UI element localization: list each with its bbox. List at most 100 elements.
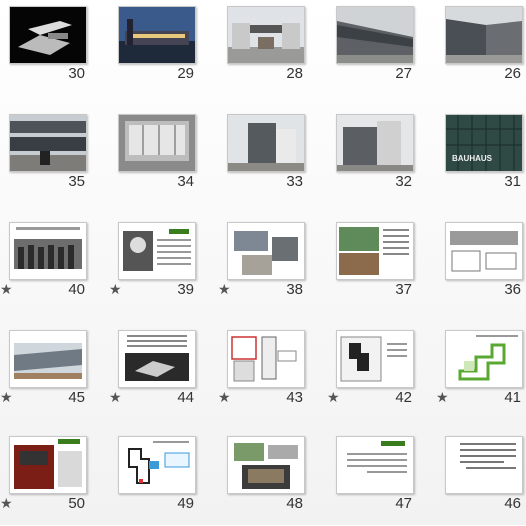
star-icon: ★ bbox=[0, 281, 13, 297]
slide-number: 33 bbox=[286, 173, 303, 190]
slide-preview bbox=[445, 222, 523, 280]
site-plan-image bbox=[337, 331, 413, 387]
slide-preview bbox=[336, 330, 414, 388]
slide-thumbnail-26[interactable]: 26 bbox=[445, 6, 526, 96]
slide-preview bbox=[227, 114, 305, 172]
slide-preview bbox=[445, 6, 523, 64]
slide-thumbnail-44[interactable]: ★ 44 bbox=[109, 330, 218, 420]
slide-thumbnail-50[interactable]: ★ 50 bbox=[0, 436, 109, 526]
slide-thumbnail-35[interactable]: 35 bbox=[9, 114, 109, 204]
building-street-image bbox=[10, 331, 86, 387]
slide-preview bbox=[118, 436, 196, 494]
slide-number: 45 bbox=[68, 389, 85, 406]
slide-preview bbox=[227, 6, 305, 64]
plan-green-diagram-image bbox=[446, 331, 522, 387]
star-icon: ★ bbox=[327, 389, 340, 405]
slide-thumbnail-34[interactable]: 34 bbox=[118, 114, 218, 204]
slide-number: 34 bbox=[177, 173, 194, 190]
building-facade-image bbox=[337, 7, 413, 63]
building-collage-image bbox=[228, 223, 304, 279]
slide-preview bbox=[118, 6, 196, 64]
slide-thumbnail-42[interactable]: ★ 42 bbox=[327, 330, 436, 420]
slide-thumbnail-48[interactable]: 48 bbox=[227, 436, 327, 526]
slide-number: 29 bbox=[177, 65, 194, 82]
slide-preview bbox=[336, 222, 414, 280]
slide-number: 50 bbox=[68, 495, 85, 512]
slide-thumbnail-32[interactable]: 32 bbox=[336, 114, 436, 204]
star-icon: ★ bbox=[109, 281, 122, 297]
slide-number: 35 bbox=[68, 173, 85, 190]
star-icon: ★ bbox=[109, 389, 122, 405]
slide-number: 42 bbox=[395, 389, 412, 406]
slide-thumbnail-30[interactable]: 30 bbox=[9, 6, 109, 96]
slide-thumbnail-45[interactable]: ★ 45 bbox=[0, 330, 109, 420]
elevation-plan-image bbox=[446, 223, 522, 279]
slide-number: 40 bbox=[68, 281, 85, 298]
slide-preview bbox=[118, 330, 196, 388]
slide-number: 44 bbox=[177, 389, 194, 406]
star-icon: ★ bbox=[0, 389, 13, 405]
slide-thumbnail-40[interactable]: ★ 40 bbox=[0, 222, 109, 312]
slide-thumbnail-33[interactable]: 33 bbox=[227, 114, 327, 204]
slide-thumbnail-38[interactable]: ★ 38 bbox=[218, 222, 327, 312]
slide-preview bbox=[336, 114, 414, 172]
slide-preview bbox=[227, 436, 305, 494]
building-glass-image bbox=[10, 115, 86, 171]
building-aerial-image bbox=[10, 7, 86, 63]
building-tower-image bbox=[337, 115, 413, 171]
slide-number: 31 bbox=[504, 173, 521, 190]
slide-thumbnail-37[interactable]: 37 bbox=[336, 222, 436, 312]
slide-preview bbox=[336, 436, 414, 494]
axonometric-text-image bbox=[119, 331, 195, 387]
plan-annotated-image bbox=[119, 437, 195, 493]
slide-number: 36 bbox=[504, 281, 521, 298]
slide-number: 37 bbox=[395, 281, 412, 298]
slide-thumbnail-28[interactable]: 28 bbox=[227, 6, 327, 96]
slide-preview: BAUHAUS bbox=[445, 114, 523, 172]
slide-number: 30 bbox=[68, 65, 85, 82]
portrait-text-slide-image bbox=[119, 223, 195, 279]
slide-preview bbox=[227, 222, 305, 280]
slide-thumbnail-27[interactable]: 27 bbox=[336, 6, 436, 96]
slide-thumbnail-41[interactable]: ★ 41 bbox=[436, 330, 526, 420]
bauhaus-caption: BAUHAUS bbox=[452, 154, 493, 163]
slide-thumbnail-36[interactable]: 36 bbox=[445, 222, 526, 312]
slide-number: 26 bbox=[504, 65, 521, 82]
building-interior-bw-image bbox=[119, 115, 195, 171]
photo-pair-image bbox=[228, 437, 304, 493]
slide-thumbnail-29[interactable]: 29 bbox=[118, 6, 218, 96]
slide-preview bbox=[9, 222, 87, 280]
bauhaus-curtain-wall-image: BAUHAUS bbox=[446, 115, 522, 171]
building-balconies-image bbox=[228, 115, 304, 171]
slide-number: 38 bbox=[286, 281, 303, 298]
star-icon: ★ bbox=[0, 495, 13, 511]
slide-thumbnail-31[interactable]: BAUHAUS 31 bbox=[445, 114, 526, 204]
slide-number: 47 bbox=[395, 495, 412, 512]
slide-number: 48 bbox=[286, 495, 303, 512]
slide-thumbnail-43[interactable]: ★ 43 bbox=[218, 330, 327, 420]
building-corner-image bbox=[446, 7, 522, 63]
slide-sorter-grid: 30 29 28 27 26 35 34 33 32 BAUHAUS 31 ★ … bbox=[0, 0, 526, 525]
slide-number: 49 bbox=[177, 495, 194, 512]
slide-preview bbox=[336, 6, 414, 64]
text-slide-image bbox=[337, 437, 413, 493]
slide-number: 43 bbox=[286, 389, 303, 406]
slide-preview bbox=[9, 6, 87, 64]
slide-thumbnail-49[interactable]: 49 bbox=[118, 436, 218, 526]
slide-preview bbox=[9, 114, 87, 172]
slide-preview bbox=[9, 436, 87, 494]
group-photo-image bbox=[10, 223, 86, 279]
slide-thumbnail-47[interactable]: 47 bbox=[336, 436, 436, 526]
slide-number: 28 bbox=[286, 65, 303, 82]
slide-preview bbox=[445, 436, 523, 494]
floor-plan-diagram-image bbox=[228, 331, 304, 387]
text-slide-image bbox=[446, 437, 522, 493]
star-icon: ★ bbox=[218, 389, 231, 405]
star-icon: ★ bbox=[218, 281, 231, 297]
slide-thumbnail-46[interactable]: 46 bbox=[445, 436, 526, 526]
slide-thumbnail-39[interactable]: ★ 39 bbox=[109, 222, 218, 312]
red-facade-image bbox=[10, 437, 86, 493]
building-dusk-image bbox=[119, 7, 195, 63]
slide-number: 32 bbox=[395, 173, 412, 190]
slide-number: 27 bbox=[395, 65, 412, 82]
